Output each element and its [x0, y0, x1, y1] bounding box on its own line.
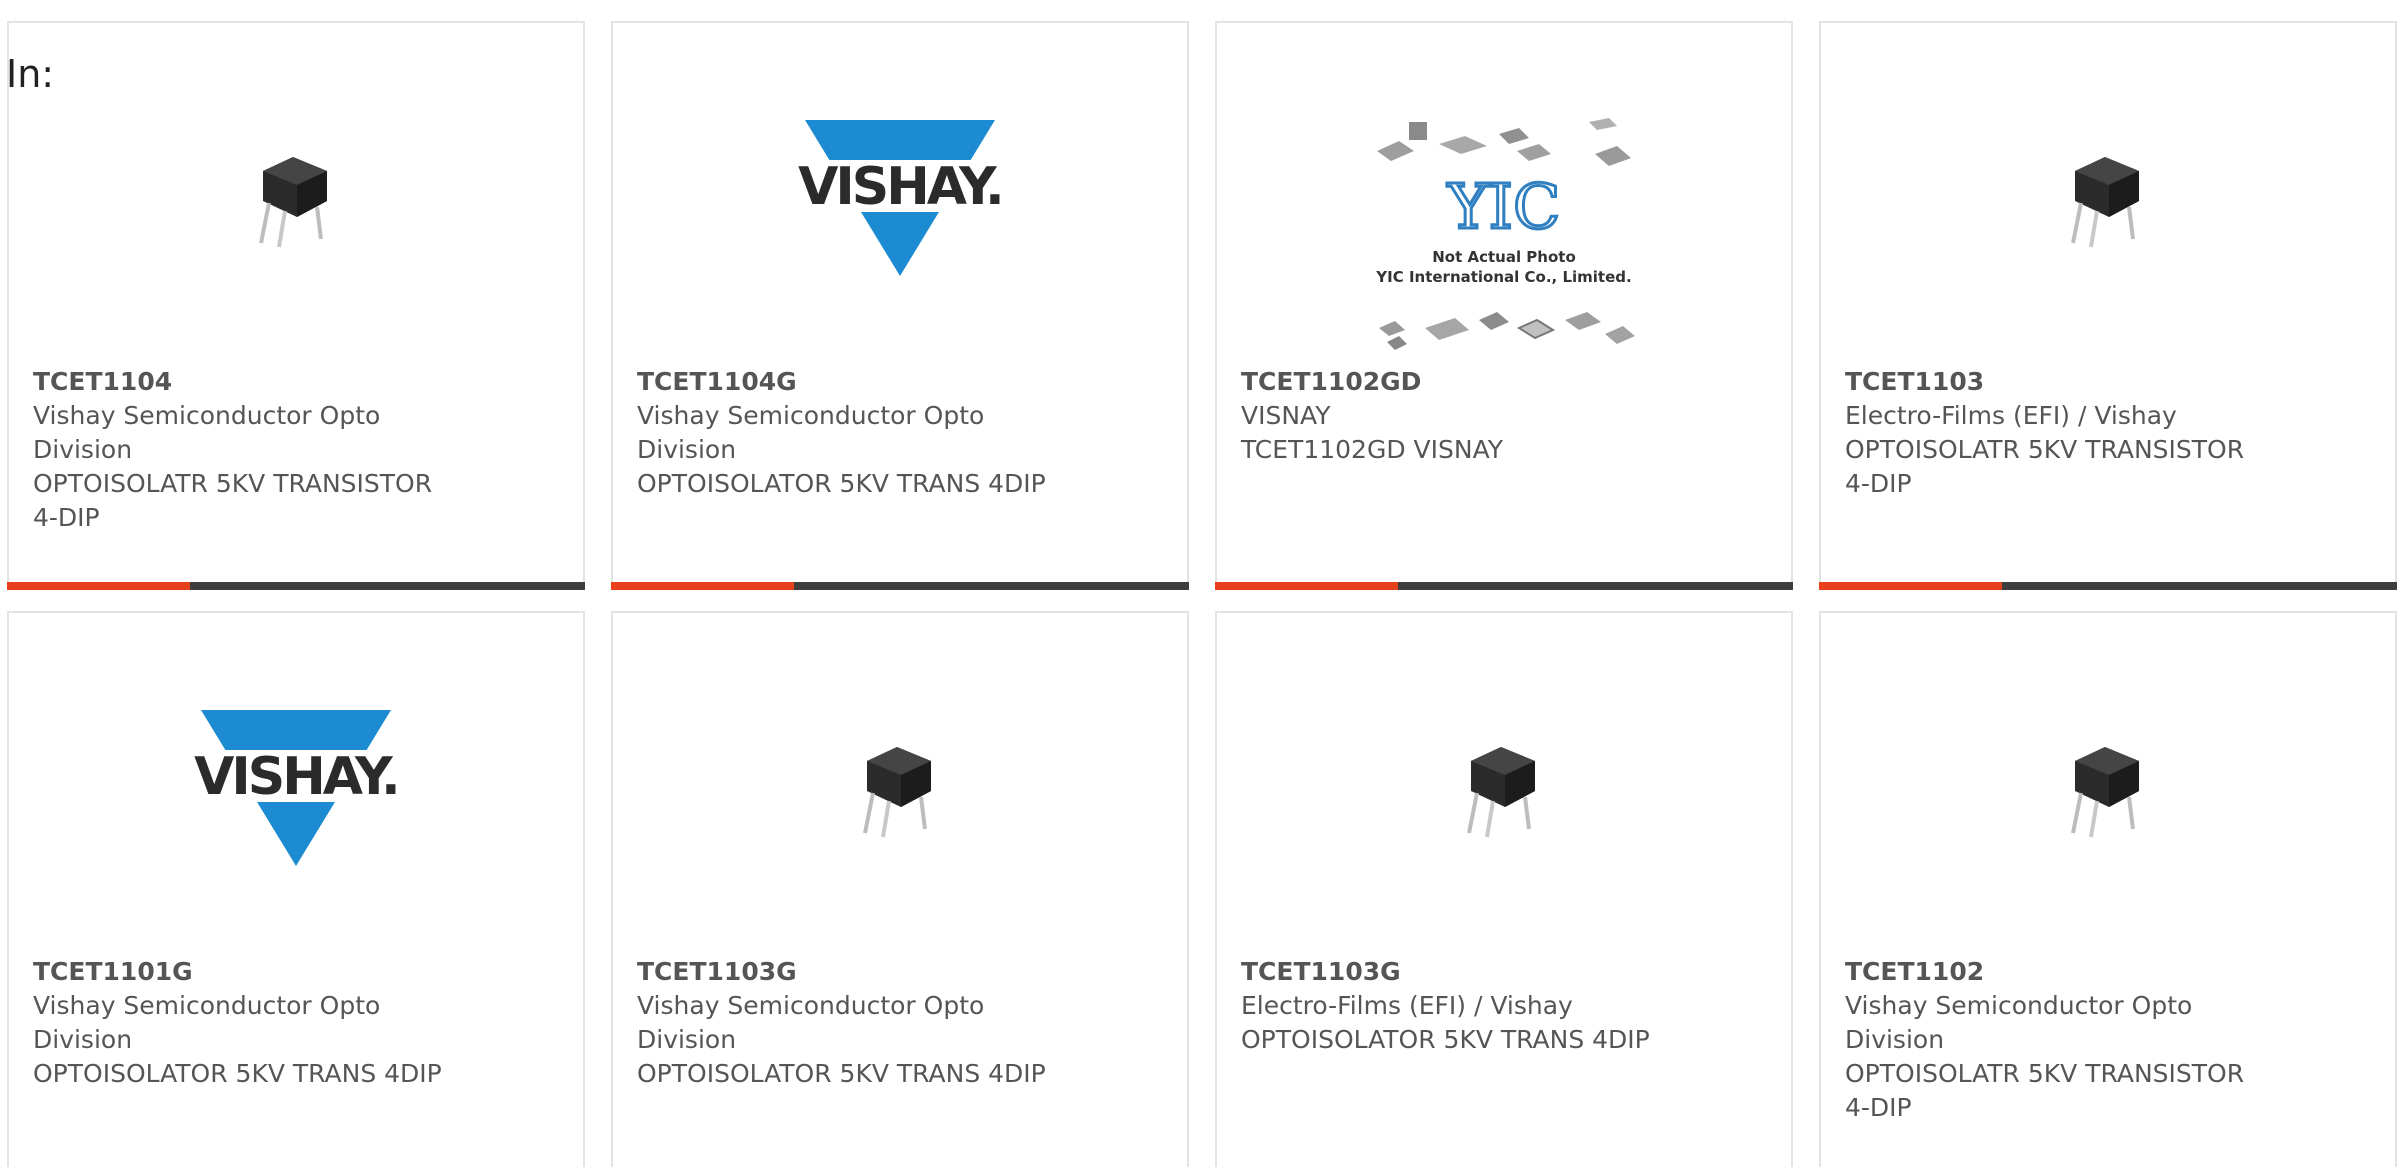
- card-bar-accent: [7, 582, 190, 590]
- product-card[interactable]: VISHAY. TCET1101G Vishay Semiconductor O…: [7, 611, 585, 1167]
- yic-caption-1: Not Actual Photo: [1432, 248, 1576, 266]
- optocoupler-dip-icon: [863, 747, 931, 838]
- part-number[interactable]: TCET1102GD: [1241, 365, 1661, 399]
- product-image[interactable]: [181, 83, 411, 313]
- optocoupler-dip-icon: [259, 157, 327, 248]
- vishay-logo-text: VISHAY.: [194, 747, 398, 807]
- optocoupler-dip-icon: [2071, 747, 2139, 838]
- part-number[interactable]: TCET1102: [1845, 955, 2265, 989]
- card-bar: [611, 582, 1189, 590]
- manufacturer: VISNAY: [1241, 401, 1331, 430]
- manufacturer: Vishay Semiconductor Opto Division: [1845, 991, 2193, 1054]
- card-bar: [7, 582, 585, 590]
- product-info: TCET1101G Vishay Semiconductor Opto Divi…: [33, 955, 453, 1091]
- product-image[interactable]: VISHAY.: [181, 673, 411, 903]
- yic-caption-2: YIC International Co., Limited.: [1375, 268, 1631, 286]
- description: OPTOISOLATOR 5KV TRANS 4DIP: [1241, 1025, 1650, 1054]
- description: OPTOISOLATOR 5KV TRANS 4DIP: [637, 469, 1046, 498]
- yic-logo: YIC: [1447, 170, 1561, 243]
- product-image[interactable]: [1993, 83, 2223, 313]
- product-info: TCET1102 Vishay Semiconductor Opto Divis…: [1845, 955, 2265, 1125]
- product-info: TCET1103 Electro-Films (EFI) / Vishay OP…: [1845, 365, 2265, 501]
- product-results-page: In: TCET1104 Vishay Semiconductor Opto D…: [0, 0, 2400, 1167]
- part-number[interactable]: TCET1103: [1845, 365, 2265, 399]
- card-bar: [1819, 582, 2397, 590]
- manufacturer: Vishay Semiconductor Opto Division: [637, 401, 985, 464]
- product-card[interactable]: TCET1104 Vishay Semiconductor Opto Divis…: [7, 21, 585, 590]
- vishay-logo: VISHAY.: [194, 710, 401, 866]
- product-image[interactable]: YIC Not Actual Photo YIC International C…: [1364, 111, 1644, 371]
- vishay-logo-text: VISHAY.: [798, 157, 1002, 217]
- part-number[interactable]: TCET1104G: [637, 365, 1057, 399]
- product-card[interactable]: TCET1103 Electro-Films (EFI) / Vishay OP…: [1819, 21, 2397, 590]
- product-image[interactable]: VISHAY.: [785, 83, 1015, 313]
- manufacturer: Vishay Semiconductor Opto Division: [33, 401, 381, 464]
- description: OPTOISOLATR 5KV TRANSISTOR 4-DIP: [1845, 435, 2245, 498]
- optocoupler-dip-icon: [2071, 157, 2139, 248]
- yic-placeholder-icon: YIC Not Actual Photo YIC International C…: [1375, 118, 1635, 350]
- product-info: TCET1102GD VISNAY TCET1102GD VISNAY: [1241, 365, 1661, 467]
- card-bar-accent: [1215, 582, 1398, 590]
- product-info: TCET1103G Vishay Semiconductor Opto Divi…: [637, 955, 1057, 1091]
- filter-in-label: In:: [6, 52, 55, 96]
- description: OPTOISOLATR 5KV TRANSISTOR 4-DIP: [1845, 1059, 2245, 1122]
- part-number[interactable]: TCET1103G: [1241, 955, 1661, 989]
- product-card[interactable]: TCET1102 Vishay Semiconductor Opto Divis…: [1819, 611, 2397, 1167]
- product-grid: TCET1104 Vishay Semiconductor Opto Divis…: [7, 21, 2400, 1167]
- product-card[interactable]: YIC Not Actual Photo YIC International C…: [1215, 21, 1793, 590]
- product-card[interactable]: TCET1103G Electro-Films (EFI) / Vishay O…: [1215, 611, 1793, 1167]
- card-bar-accent: [1819, 582, 2002, 590]
- product-image[interactable]: [1993, 673, 2223, 903]
- part-number[interactable]: TCET1104: [33, 365, 453, 399]
- manufacturer: Vishay Semiconductor Opto Division: [33, 991, 381, 1054]
- product-image[interactable]: [785, 673, 1015, 903]
- description: OPTOISOLATOR 5KV TRANS 4DIP: [637, 1059, 1046, 1088]
- description: OPTOISOLATOR 5KV TRANS 4DIP: [33, 1059, 442, 1088]
- product-info: TCET1103G Electro-Films (EFI) / Vishay O…: [1241, 955, 1661, 1057]
- card-bar: [1215, 582, 1793, 590]
- manufacturer: Electro-Films (EFI) / Vishay: [1241, 991, 1573, 1020]
- product-info: TCET1104G Vishay Semiconductor Opto Divi…: [637, 365, 1057, 501]
- manufacturer: Electro-Films (EFI) / Vishay: [1845, 401, 2177, 430]
- manufacturer: Vishay Semiconductor Opto Division: [637, 991, 985, 1054]
- part-number[interactable]: TCET1101G: [33, 955, 453, 989]
- part-number[interactable]: TCET1103G: [637, 955, 1057, 989]
- description: TCET1102GD VISNAY: [1241, 435, 1503, 464]
- card-bar-accent: [611, 582, 794, 590]
- product-card[interactable]: TCET1103G Vishay Semiconductor Opto Divi…: [611, 611, 1189, 1167]
- product-card[interactable]: VISHAY. TCET1104G Vishay Semiconductor O…: [611, 21, 1189, 590]
- product-info: TCET1104 Vishay Semiconductor Opto Divis…: [33, 365, 453, 535]
- optocoupler-dip-icon: [1467, 747, 1535, 838]
- vishay-logo: VISHAY.: [798, 120, 1005, 276]
- product-image[interactable]: [1389, 673, 1619, 903]
- description: OPTOISOLATR 5KV TRANSISTOR 4-DIP: [33, 469, 433, 532]
